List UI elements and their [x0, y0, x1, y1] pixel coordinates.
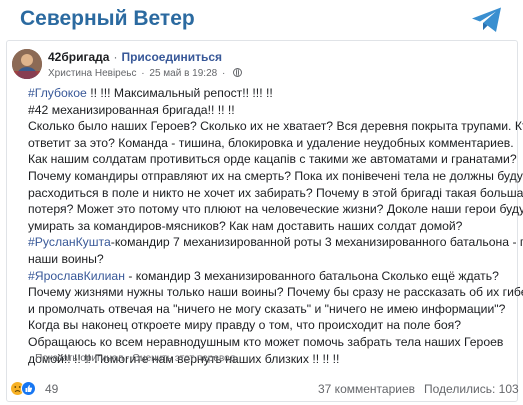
post-text-line: Когда вы наконец откроете миру правду о …: [28, 317, 517, 334]
post-text-line: Обращаюсь ко всем неравнодушным кто може…: [28, 334, 517, 351]
shares-count-link[interactable]: Поделились: 103: [424, 382, 519, 396]
post-text-segment: Когда вы наконец откроете миру правду о …: [28, 318, 461, 333]
post-text-segment: умирать за командиров-мясников? Как нам …: [28, 218, 463, 233]
channel-title[interactable]: Северный Ветер: [20, 7, 195, 31]
post-text-segment: Сколько было наших Героев? Сколько их не…: [28, 119, 523, 134]
post-header: 42бригада · Присоединиться: [48, 50, 222, 64]
post-text-segment: потеря? Может это потому что плюют на че…: [28, 202, 523, 217]
group-name-link[interactable]: 42бригада: [48, 50, 109, 64]
comments-count-link[interactable]: 37 комментариев: [318, 382, 415, 396]
post-text-segment: расходиться в поле и никто не хочет их з…: [28, 185, 523, 200]
post-text-line: и промолчать отвечая на "ничего не могу …: [28, 301, 517, 318]
post-text-line: #Глубокое !! !!! Максимальный репост!! !…: [28, 85, 517, 102]
author-name-link[interactable]: Христина Невіреьс: [48, 68, 137, 79]
post-text-segment: ответит за это? Команда - тишина, блокир…: [28, 135, 514, 150]
post-text-segment: - командир 3 механизированного батальона…: [124, 268, 499, 283]
post-text-segment: наши воины?: [28, 251, 104, 266]
post-footer: 49 37 комментариев Поделились: 103: [7, 378, 519, 400]
post-timestamp[interactable]: 25 май в 19:28: [149, 68, 217, 79]
post-text-segment: #42 механизированная бригада!! !! !!: [28, 102, 235, 117]
post-text-line: умирать за командиров-мясников? Как нам …: [28, 218, 517, 235]
post-text-line: Как нашим солдатам противиться орде каца…: [28, 151, 517, 168]
post-text-segment: !! !!! Максимальный репост!! !!! !!: [86, 86, 273, 100]
post-text-segment: -командир 7 механизированной роты 3 меха…: [110, 235, 523, 250]
meta-separator: ·: [138, 68, 148, 79]
like-icon: [21, 381, 36, 396]
post-card: 42бригада · Присоединиться Христина Невіре…: [6, 40, 523, 402]
channel-header: Северный Ветер: [0, 0, 523, 40]
translate-separator: ·: [29, 353, 33, 364]
show-original-link[interactable]: Показать оригинал: [35, 353, 123, 364]
post-text-segment: Почему командиры отправляют их на смерть…: [28, 168, 523, 183]
post-text-line: наши воины?: [28, 251, 517, 268]
reaction-count[interactable]: 49: [45, 382, 58, 396]
post-text-line: #РусланКушта-командир 7 механизированной…: [28, 234, 523, 251]
separator-dot: ·: [113, 50, 118, 64]
translate-separator: ·: [126, 353, 130, 364]
post-text-line: #ЯрославКилиан - командир 3 механизирова…: [28, 268, 517, 285]
post-meta: Христина Невіреьс · 25 май в 19:28 ·: [48, 68, 243, 79]
hashtag-link[interactable]: #ЯрославКилиан: [28, 269, 125, 283]
hashtag-link[interactable]: #РусланКушта: [28, 235, 111, 249]
rate-translation-link[interactable]: Оценить этот перевод: [132, 353, 235, 364]
telegram-icon[interactable]: [471, 6, 503, 34]
post-text-segment: Как нашим солдатам противиться орде каца…: [28, 152, 517, 167]
post-text-line: ответит за это? Команда - тишина, блокир…: [28, 135, 517, 152]
post-text-segment: Почему жизнями нужны только наши воины? …: [28, 285, 523, 300]
hashtag-link[interactable]: #Глубокое: [28, 86, 87, 100]
post-text-line: Сколько было наших Героев? Сколько их не…: [28, 118, 523, 135]
post-text-line: #42 механизированная бригада!! !! !!: [28, 102, 517, 119]
reaction-icons[interactable]: [10, 381, 40, 397]
post-text-segment: Обращаюсь ко всем неравнодушным кто може…: [28, 334, 504, 349]
post-text-segment: и промолчать отвечая на "ничего не могу …: [28, 301, 506, 316]
translation-bar: · Показать оригинал · Оценить этот перев…: [29, 353, 235, 364]
post-text-line: Почему командиры отправляют их на смерть…: [28, 168, 523, 185]
group-avatar[interactable]: [12, 49, 42, 79]
meta-separator: ·: [219, 68, 229, 79]
globe-icon: [233, 68, 243, 77]
post-text-line: потеря? Может это потому что плюют на че…: [28, 201, 523, 218]
post-body: #Глубокое !! !!! Максимальный репост!! !…: [28, 85, 523, 367]
join-group-link[interactable]: Присоединиться: [121, 50, 222, 64]
post-text-line: Почему жизнями нужны только наши воины? …: [28, 284, 523, 301]
post-text-line: расходиться в поле и никто не хочет их з…: [28, 185, 523, 202]
